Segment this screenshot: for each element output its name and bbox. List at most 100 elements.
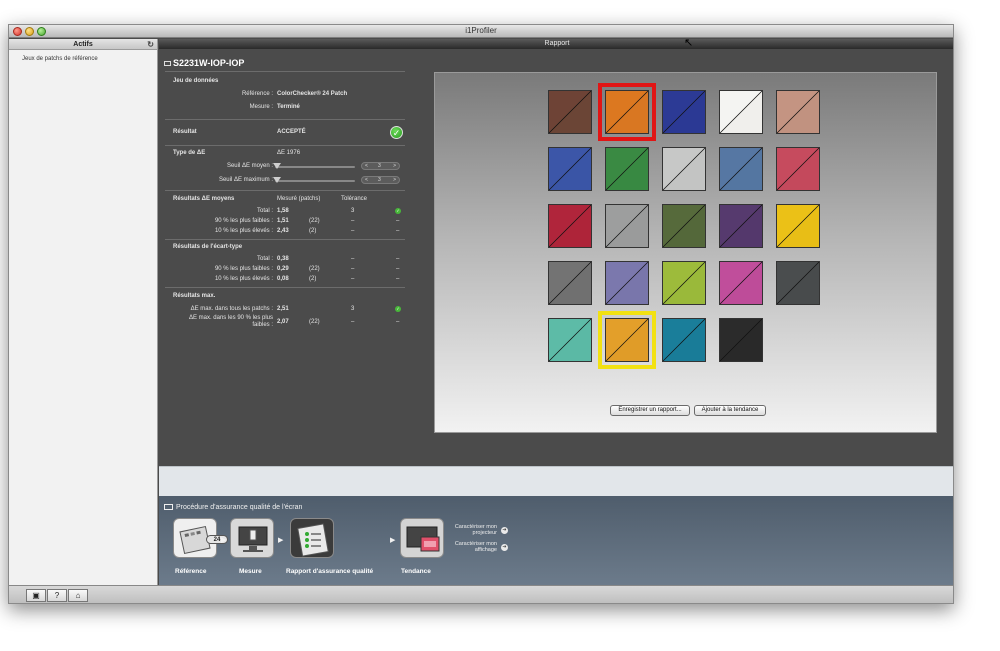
color-patch [548, 261, 592, 305]
window-title: i1Profiler [465, 26, 497, 35]
step-reference[interactable]: 24 [173, 518, 228, 558]
row-label: 10 % les plus élevés : [214, 228, 273, 234]
step-reference-label: Référence [175, 568, 207, 575]
row-tolerance: – [351, 276, 355, 282]
row-tolerance: – [351, 228, 355, 234]
color-patch [605, 261, 649, 305]
color-patch [776, 261, 820, 305]
divider [165, 190, 405, 191]
max-threshold-label: Seuil ΔE maximum : [218, 177, 273, 183]
color-patch [662, 261, 706, 305]
color-patch [719, 90, 763, 134]
row-value: 0,38 [277, 256, 289, 262]
save-report-button[interactable]: Enregistrer un rapport... [610, 405, 690, 416]
row-patches: (2) [309, 228, 317, 234]
check-icon: ✓ [395, 306, 401, 312]
color-patch [662, 204, 706, 248]
std-results-heading: Résultats de l'écart-type [173, 244, 243, 250]
row-tolerance: – [351, 256, 355, 262]
row-tolerance: 3 [351, 306, 355, 312]
decrement-icon[interactable]: < [365, 177, 368, 183]
increment-icon[interactable]: > [393, 163, 396, 169]
avg-threshold-slider[interactable] [275, 166, 355, 168]
step-trend[interactable] [400, 518, 444, 558]
color-patch [719, 318, 763, 362]
result-label: Résultat [173, 129, 197, 135]
color-patch [548, 318, 592, 362]
title-bar: i1Profiler [9, 25, 953, 38]
row-label: 90 % les plus faibles : [214, 218, 273, 224]
delta-type-label: Type de ΔE [173, 150, 206, 156]
row-value: 2,43 [277, 228, 289, 234]
bottom-toolbar: ▣ ? ⌂ [9, 585, 953, 603]
device-title: S2231W-IOP-IOP [164, 58, 244, 68]
sidebar: Actifs ↻ Jeux de patchs de référence [9, 39, 158, 585]
row-status: – [396, 266, 400, 272]
avg-threshold-value[interactable]: 3 [378, 163, 381, 169]
row-tolerance: 3 [351, 208, 355, 214]
display-icon [164, 61, 171, 67]
refresh-icon[interactable]: ↻ [147, 39, 154, 50]
characterize-display-link[interactable]: Caractériser mon affichage [445, 541, 497, 553]
arrow-right-icon: ▶ [390, 537, 396, 544]
row-tolerance: – [351, 319, 355, 325]
row-patches: (22) [309, 218, 320, 224]
message-strip [159, 466, 953, 496]
color-patch [548, 90, 592, 134]
measured-column-header: Mesuré (patchs) [277, 196, 321, 202]
add-to-trend-button[interactable]: Ajouter à la tendance [694, 405, 766, 416]
color-patch [548, 204, 592, 248]
step-qa-report-label: Rapport d'assurance qualité [286, 568, 374, 575]
reference-value: ColorChecker® 24 Patch [277, 91, 348, 97]
row-value: 2,07 [277, 319, 289, 325]
workflow-title: Procédure d'assurance qualité de l'écran [164, 504, 302, 511]
row-status: – [396, 218, 400, 224]
home-icon[interactable]: ⌂ [68, 589, 88, 602]
sidebar-item-reference-patch-sets[interactable]: Jeux de patchs de référence [9, 50, 157, 62]
avg-threshold-slider-thumb[interactable] [273, 163, 281, 169]
row-patches: (22) [309, 319, 320, 325]
row-status: – [396, 256, 400, 262]
arrow-circle-icon[interactable]: ➜ [501, 527, 508, 534]
fullscreen-icon[interactable]: ▣ [26, 589, 46, 602]
sidebar-header: Actifs ↻ [9, 39, 157, 50]
help-button[interactable]: ? [47, 589, 67, 602]
color-patch [605, 204, 649, 248]
color-patch [776, 90, 820, 134]
color-patch [776, 147, 820, 191]
mouse-cursor-icon: ↖ [684, 37, 694, 49]
divider [165, 287, 405, 288]
divider [165, 119, 405, 120]
step-measure[interactable] [230, 518, 274, 558]
step-qa-report[interactable] [290, 518, 334, 558]
dataset-heading: Jeu de données [173, 78, 219, 84]
mean-results-heading: Résultats ΔE moyens [173, 196, 235, 202]
divider [165, 239, 405, 240]
color-patch [662, 318, 706, 362]
avg-threshold-stepper[interactable]: < 3 > [361, 162, 400, 170]
step-measure-label: Mesure [239, 568, 262, 575]
color-patch [662, 90, 706, 134]
row-value: 0,08 [277, 276, 289, 282]
avg-threshold-label: Seuil ΔE moyen : [226, 163, 273, 169]
row-label: Total : [256, 256, 273, 262]
measure-icon [238, 526, 268, 552]
color-patch [662, 147, 706, 191]
row-patches: (22) [309, 266, 320, 272]
max-threshold-value[interactable]: 3 [378, 177, 381, 183]
decrement-icon[interactable]: < [365, 163, 368, 169]
app-window: i1Profiler Actifs ↻ Jeux de patchs de ré… [8, 24, 954, 604]
patch-comparison-panel: Enregistrer un rapport... Ajouter à la t… [434, 72, 937, 433]
result-value: ACCEPTÉ [277, 129, 306, 135]
delta-type-value: ΔE 1976 [277, 150, 301, 156]
step-trend-label: Tendance [401, 568, 431, 575]
color-patch [719, 204, 763, 248]
max-threshold-slider[interactable] [275, 180, 355, 182]
arrow-circle-icon[interactable]: ➜ [501, 544, 508, 551]
increment-icon[interactable]: > [393, 177, 396, 183]
max-threshold-stepper[interactable]: < 3 > [361, 176, 400, 184]
check-icon: ✓ [395, 208, 401, 214]
characterize-projector-link[interactable]: Caractériser mon projecteur [445, 524, 497, 536]
max-threshold-slider-thumb[interactable] [273, 177, 281, 183]
row-value: 1,58 [277, 208, 289, 214]
